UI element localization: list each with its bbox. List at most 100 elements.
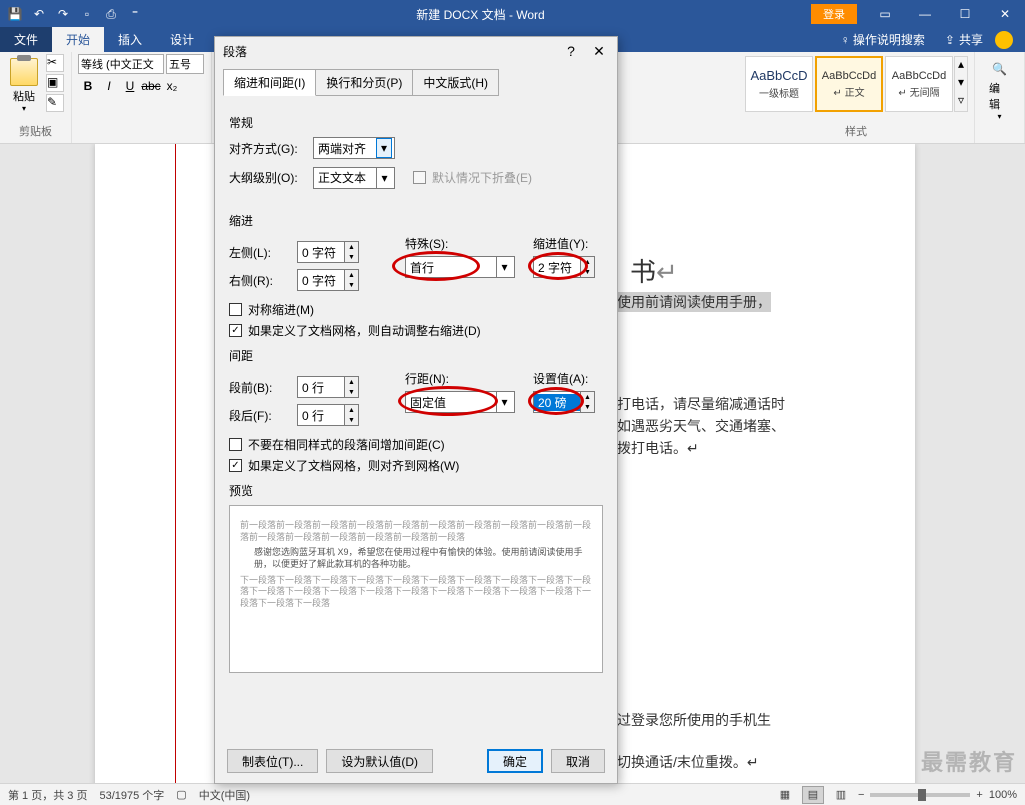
grid-space-checkbox[interactable]: [229, 459, 242, 472]
share-button[interactable]: ⇪共享: [945, 31, 983, 48]
save-icon[interactable]: 💾: [4, 3, 26, 25]
tell-me-search[interactable]: ♀ 操作说明搜索: [833, 27, 933, 52]
feedback-icon[interactable]: [995, 31, 1013, 49]
redo-icon[interactable]: ↷: [52, 3, 74, 25]
spin-down-icon[interactable]: ▼: [345, 415, 358, 425]
tab-line-breaks[interactable]: 换行和分页(P): [315, 69, 413, 96]
ok-button[interactable]: 确定: [487, 749, 543, 773]
section-general: 常规: [229, 114, 603, 131]
line-spacing-select[interactable]: 固定值 ▾: [405, 391, 515, 413]
left-indent-spinner[interactable]: 0 字符 ▲▼: [297, 241, 359, 263]
doc-line: 使用前请阅读使用手册，: [617, 292, 771, 312]
underline-button[interactable]: U: [120, 76, 140, 96]
grid-indent-checkbox[interactable]: [229, 324, 242, 337]
spin-up-icon[interactable]: ▲: [345, 405, 358, 415]
undo-icon[interactable]: ↶: [28, 3, 50, 25]
styles-scroll-down[interactable]: ▾: [955, 75, 967, 93]
spin-up-icon[interactable]: ▲: [581, 392, 594, 402]
style-normal[interactable]: AaBbCcDd ↵ 正文: [815, 56, 883, 112]
tab-asian[interactable]: 中文版式(H): [412, 69, 499, 96]
outline-select[interactable]: 正文文本 ▾: [313, 167, 395, 189]
doc-line: 如遇恶劣天气、交通堵塞、: [617, 416, 785, 436]
share-label: 共享: [959, 31, 983, 48]
preview-after: 下一段落下一段落下一段落下一段落下一段落下一段落下一段落下一段落下一段落下一段落…: [240, 575, 592, 610]
spin-down-icon[interactable]: ▼: [581, 267, 594, 277]
styles-expand[interactable]: ▿: [955, 93, 967, 111]
close-window-icon[interactable]: ✕: [985, 0, 1025, 28]
right-indent-spinner[interactable]: 0 字符 ▲▼: [297, 269, 359, 291]
chevron-down-icon: ▾: [496, 392, 512, 412]
at-spinner[interactable]: 20 磅 ▲▼: [533, 391, 595, 413]
collapse-checkbox: [413, 171, 426, 184]
dialog-close-icon[interactable]: ✕: [589, 41, 609, 61]
copy-icon[interactable]: ▣: [46, 74, 64, 92]
web-layout-icon[interactable]: ▥: [830, 786, 852, 804]
chevron-down-icon: ▾: [496, 257, 512, 277]
no-space-checkbox[interactable]: [229, 438, 242, 451]
spin-up-icon[interactable]: ▲: [345, 377, 358, 387]
print-layout-icon[interactable]: ▤: [802, 786, 824, 804]
zoom-level[interactable]: 100%: [989, 789, 1017, 801]
print-icon[interactable]: ⎙: [100, 3, 122, 25]
at-value: 20 磅: [534, 394, 580, 411]
zoom-out-icon[interactable]: −: [858, 789, 864, 801]
tab-design[interactable]: 设计: [156, 27, 208, 52]
by-spinner[interactable]: 2 字符 ▲▼: [533, 256, 595, 278]
find-icon[interactable]: 🔍: [989, 58, 1011, 80]
spin-down-icon[interactable]: ▼: [581, 402, 594, 412]
spin-up-icon[interactable]: ▲: [581, 257, 594, 267]
spin-up-icon[interactable]: ▲: [345, 242, 358, 252]
tabs-button[interactable]: 制表位(T)...: [227, 749, 318, 773]
style-nospacing[interactable]: AaBbCcDd ↵ 无间隔: [885, 56, 953, 112]
paste-label: 粘贴: [13, 88, 35, 104]
dialog-help-icon[interactable]: ?: [561, 41, 581, 61]
right-indent-value: 0 字符: [298, 272, 344, 289]
strikethrough-button[interactable]: abc: [141, 76, 161, 96]
format-painter-icon[interactable]: ✎: [46, 94, 64, 112]
spin-down-icon[interactable]: ▼: [345, 280, 358, 290]
tab-home[interactable]: 开始: [52, 27, 104, 52]
before-spinner[interactable]: 0 行 ▲▼: [297, 376, 359, 398]
special-select[interactable]: 首行 ▾: [405, 256, 515, 278]
cut-icon[interactable]: ✂: [46, 54, 64, 72]
cancel-button[interactable]: 取消: [551, 749, 605, 773]
font-name-select[interactable]: 等线 (中文正文: [78, 54, 164, 74]
after-spinner[interactable]: 0 行 ▲▼: [297, 404, 359, 426]
tab-indent-spacing[interactable]: 缩进和间距(I): [223, 69, 316, 96]
word-count[interactable]: 53/1975 个字: [99, 787, 164, 803]
spin-down-icon[interactable]: ▼: [345, 252, 358, 262]
subscript-button[interactable]: x₂: [162, 76, 182, 96]
zoom-in-icon[interactable]: +: [976, 789, 982, 801]
zoom-slider[interactable]: [870, 793, 970, 797]
new-doc-icon[interactable]: ▫: [76, 3, 98, 25]
font-size-select[interactable]: 五号: [166, 54, 204, 74]
margin-line: [175, 144, 176, 784]
collapse-label: 默认情况下折叠(E): [432, 169, 532, 186]
tab-insert[interactable]: 插入: [104, 27, 156, 52]
set-default-button[interactable]: 设为默认值(D): [326, 749, 433, 773]
minimize-icon[interactable]: —: [905, 0, 945, 28]
maximize-icon[interactable]: ☐: [945, 0, 985, 28]
section-indent: 缩进: [229, 212, 603, 229]
left-indent-value: 0 字符: [298, 244, 344, 261]
bold-button[interactable]: B: [78, 76, 98, 96]
special-value: 首行: [410, 259, 434, 276]
style-heading1[interactable]: AaBbCcD 一级标题: [745, 56, 813, 112]
qat-more-icon[interactable]: ⁼: [124, 3, 146, 25]
read-mode-icon[interactable]: ▦: [774, 786, 796, 804]
tab-file[interactable]: 文件: [0, 27, 52, 52]
zoom-thumb[interactable]: [918, 789, 926, 801]
italic-button[interactable]: I: [99, 76, 119, 96]
spin-up-icon[interactable]: ▲: [345, 270, 358, 280]
alignment-select[interactable]: 两端对齐 ▾: [313, 137, 395, 159]
spin-down-icon[interactable]: ▼: [345, 387, 358, 397]
page-indicator[interactable]: 第 1 页，共 3 页: [8, 787, 87, 803]
ribbon-options-icon[interactable]: ▭: [865, 0, 905, 28]
mirror-checkbox[interactable]: [229, 303, 242, 316]
language-indicator[interactable]: 中文(中国): [199, 787, 250, 803]
spellcheck-icon[interactable]: ▢: [176, 788, 186, 801]
watermark: 最需教育: [921, 745, 1017, 777]
login-button[interactable]: 登录: [811, 4, 857, 24]
styles-scroll-up[interactable]: ▴: [955, 57, 967, 75]
paste-button[interactable]: 粘贴 ▾: [6, 54, 42, 117]
